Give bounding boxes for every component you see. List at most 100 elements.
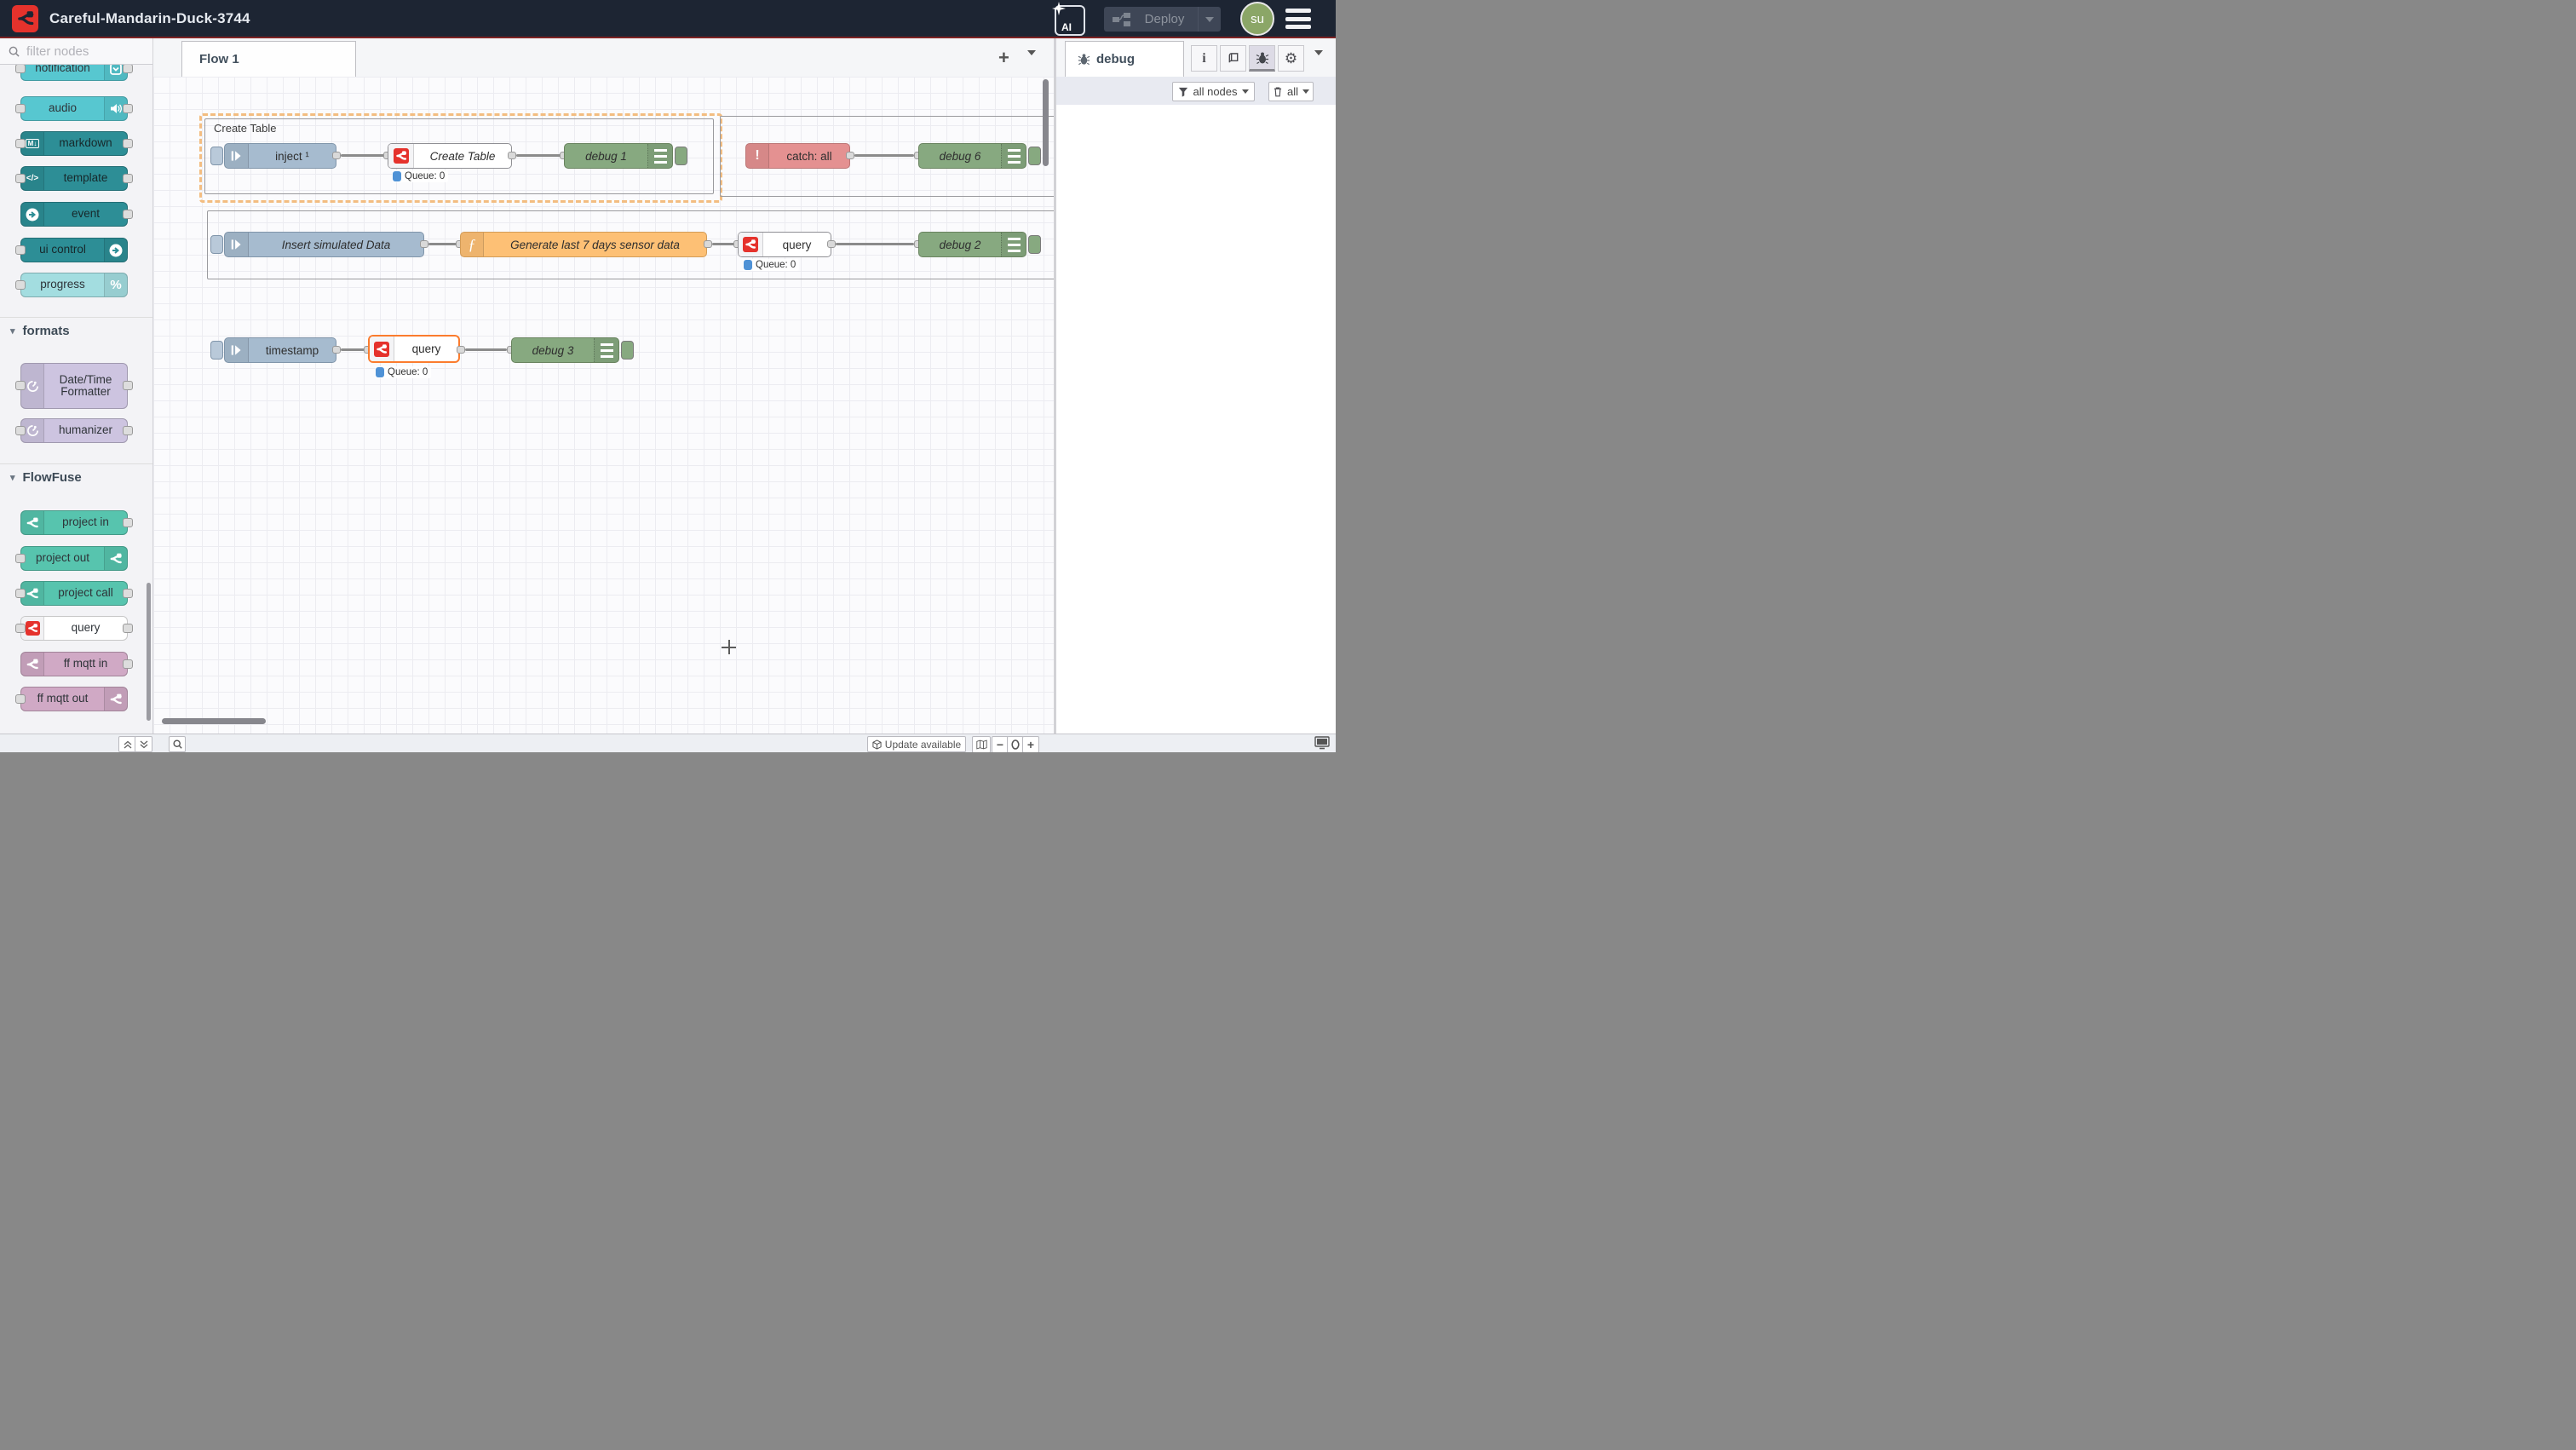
flowfuse-icon [21, 653, 44, 676]
output-port [123, 518, 133, 527]
palette-section-formats[interactable]: ▾ formats [0, 317, 152, 343]
node-query-2[interactable]: query [738, 232, 831, 257]
help-book-tab-button[interactable] [1220, 45, 1246, 72]
debug-clear-button[interactable]: all [1268, 82, 1314, 101]
input-port [15, 104, 26, 113]
tab-flow-1[interactable]: Flow 1 [181, 41, 356, 77]
palette-node-audio[interactable]: audio [20, 96, 128, 121]
palette-section-flowfuse[interactable]: ▾ FlowFuse [0, 463, 152, 490]
flowfuse-icon [21, 511, 44, 534]
config-gear-tab-button[interactable]: ⚙ [1278, 45, 1304, 72]
node-inject-1[interactable]: inject ¹ [224, 143, 336, 169]
zoom-reset-button[interactable] [1007, 736, 1024, 752]
output-port[interactable] [846, 152, 854, 159]
palette-node-notification[interactable]: notification [20, 65, 128, 81]
debug-toggle-button[interactable] [621, 341, 634, 360]
node-catch-all[interactable]: ! catch: all [745, 143, 850, 169]
output-port [123, 426, 133, 435]
wire[interactable] [836, 243, 914, 245]
palette-search-input[interactable] [25, 43, 139, 60]
output-port[interactable] [332, 152, 341, 159]
user-avatar[interactable]: su [1240, 2, 1274, 36]
inject-button[interactable] [210, 147, 223, 165]
bug-icon [1078, 53, 1090, 66]
palette-node-project-out[interactable]: project out [20, 546, 128, 571]
queue-status-badge: Queue: 0 [743, 259, 799, 271]
sidebar-resize-handle[interactable] [1054, 38, 1056, 752]
debug-toggle-button[interactable] [675, 147, 687, 165]
sidebar-tab-debug[interactable]: debug [1065, 41, 1184, 77]
output-port [123, 210, 133, 219]
canvas-search-button[interactable] [169, 736, 186, 752]
zoom-out-button[interactable]: − [992, 736, 1009, 752]
update-available-button[interactable]: Update available [867, 736, 966, 752]
palette-node-template[interactable]: </> template [20, 166, 128, 191]
navigator-map-button[interactable] [972, 736, 991, 752]
header: Careful-Mandarin-Duck-3744 AI Deploy su [0, 0, 1336, 38]
canvas-horizontal-scrollbar[interactable] [162, 718, 266, 724]
status-dot [393, 171, 401, 181]
debug-toggle-button[interactable] [1028, 235, 1041, 254]
debug-filter-button[interactable]: all nodes [1172, 82, 1255, 101]
palette-expand-all-button[interactable] [135, 736, 152, 752]
palette-node-ui-control[interactable]: ui control [20, 238, 128, 262]
wire[interactable] [854, 154, 914, 157]
node-function-sensor-data[interactable]: ƒ Generate last 7 days sensor data [460, 232, 707, 257]
chevron-down-icon: ▾ [10, 472, 15, 483]
output-port[interactable] [704, 240, 712, 248]
palette-node-event[interactable]: event [20, 202, 128, 227]
wire[interactable] [516, 154, 564, 157]
flow-canvas[interactable]: Create Table inject ¹ Create Table Queue… [153, 77, 1054, 734]
output-port [123, 139, 133, 148]
add-flow-button[interactable]: + [998, 47, 1009, 69]
ai-assistant-button[interactable]: AI [1055, 5, 1085, 36]
node-debug-1[interactable]: debug 1 [564, 143, 673, 169]
wire[interactable] [465, 348, 507, 351]
input-port [15, 381, 26, 390]
node-debug-3[interactable]: debug 3 [511, 337, 619, 363]
palette-node-humanizer[interactable]: humanizer [20, 418, 128, 443]
flow-list-caret[interactable] [1027, 55, 1036, 71]
palette-node-query[interactable]: query [20, 616, 128, 641]
node-debug-6[interactable]: debug 6 [918, 143, 1026, 169]
info-tab-button[interactable]: i [1191, 45, 1217, 72]
inject-button[interactable] [210, 235, 223, 254]
palette-node-markdown[interactable]: M↓ markdown [20, 131, 128, 156]
node-debug-2[interactable]: debug 2 [918, 232, 1026, 257]
palette-node-project-call[interactable]: project call [20, 581, 128, 606]
deploy-button[interactable]: Deploy [1104, 7, 1221, 32]
palette-node-ff-mqtt-out[interactable]: ff mqtt out [20, 687, 128, 711]
queue-status-badge: Queue: 0 [375, 366, 431, 378]
palette-node-datetime-formatter[interactable]: Date/Time Formatter [20, 363, 128, 409]
inject-button[interactable] [210, 341, 223, 360]
node-query-create-table[interactable]: Create Table [388, 143, 512, 169]
node-inject-simulated-data[interactable]: Insert simulated Data [224, 232, 424, 257]
output-port[interactable] [508, 152, 516, 159]
palette-collapse-all-button[interactable] [118, 736, 136, 752]
debug-toggle-button[interactable] [1028, 147, 1041, 165]
palette-node-progress[interactable]: progress % [20, 273, 128, 297]
debug-tab-button[interactable] [1249, 45, 1275, 72]
palette-node-ff-mqtt-in[interactable]: ff mqtt in [20, 652, 128, 676]
zoom-in-button[interactable]: + [1022, 736, 1039, 752]
main-menu-button[interactable] [1285, 9, 1311, 29]
chevron-down-icon [1242, 89, 1249, 94]
palette-search[interactable] [0, 38, 152, 65]
canvas-vertical-scrollbar[interactable] [1043, 79, 1049, 166]
sidebar-options-caret[interactable] [1314, 55, 1323, 71]
expand-sidebar-button[interactable] [1314, 736, 1330, 750]
output-port[interactable] [420, 240, 428, 248]
palette-node-project-in[interactable]: project in [20, 510, 128, 535]
node-red-editor: Careful-Mandarin-Duck-3744 AI Deploy su [0, 0, 1336, 752]
output-port[interactable] [827, 240, 836, 248]
debug-output-icon [647, 144, 672, 168]
node-query-selected[interactable]: query [368, 335, 460, 363]
node-inject-timestamp[interactable]: timestamp [224, 337, 336, 363]
flowfuse-logo-icon [12, 5, 38, 32]
output-port[interactable] [457, 346, 465, 354]
palette-scrollbar[interactable] [147, 583, 151, 721]
wire[interactable] [341, 154, 388, 157]
output-port[interactable] [332, 346, 341, 354]
wire[interactable] [341, 348, 365, 351]
deploy-options-caret[interactable] [1198, 7, 1221, 32]
